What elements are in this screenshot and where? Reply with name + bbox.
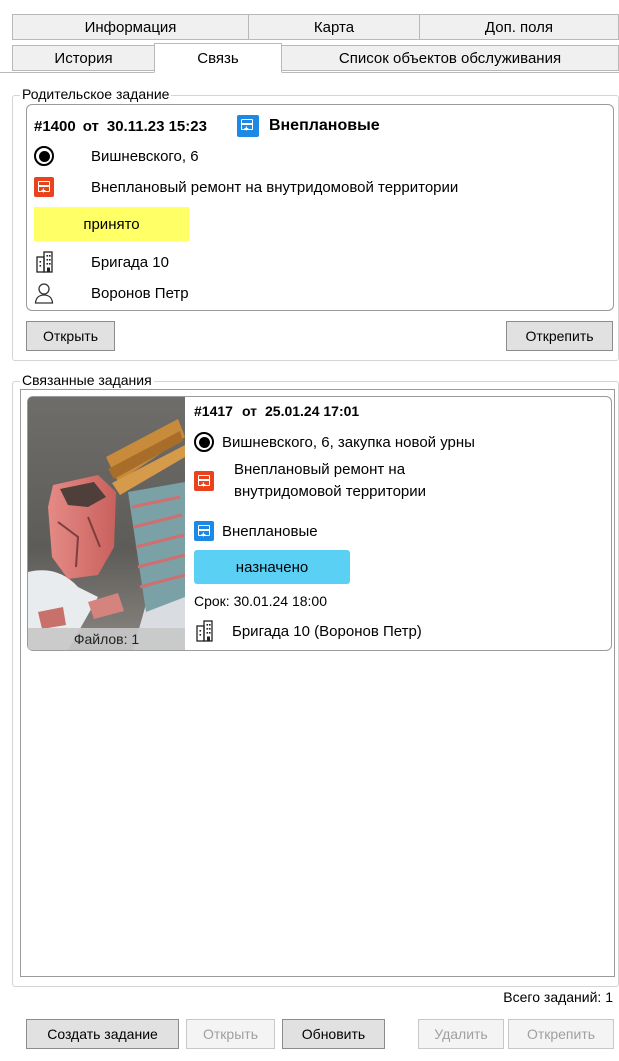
task-brigade: Бригада 10 [91, 253, 169, 271]
files-count-label: Файлов: 1 [28, 628, 185, 650]
related-task-header: #1417 от 25.01.24 17:01 [194, 403, 359, 419]
tab-map[interactable]: Карта [248, 14, 420, 40]
parent-task-header: #1400 от 30.11.23 15:23 + Внеплановые [34, 115, 380, 137]
address-row: Вишневского, 6 [34, 146, 199, 166]
create-task-button[interactable]: Создать задание [26, 1019, 179, 1049]
parent-detach-button[interactable]: Открепить [506, 321, 613, 351]
task-brigade: Бригада 10 (Воронов Петр) [232, 622, 422, 640]
task-address: Вишневского, 6, закупка новой урны [222, 433, 475, 451]
refresh-button[interactable]: Обновить [282, 1019, 385, 1049]
task-address: Вишневского, 6 [91, 147, 199, 165]
tab-link[interactable]: Связь [154, 43, 282, 73]
related-group-title: Связанные задания [20, 372, 154, 388]
building-icon [196, 620, 213, 642]
task-datetime: 30.11.23 15:23 [106, 117, 207, 135]
work-type-row: + Внеплановый ремонт на внутридомовой те… [34, 177, 458, 197]
task-deadline: Срок: 30.01.24 18:00 [194, 593, 328, 609]
tab-service-objects[interactable]: Список объектов обслуживания [281, 45, 619, 71]
task-category: Внеплановые [222, 522, 318, 540]
unplanned-form-icon: + [194, 521, 214, 541]
brigade-row: Бригада 10 [34, 251, 169, 273]
open-task-button[interactable]: Открыть [186, 1019, 275, 1049]
task-category: Внеплановые [268, 117, 380, 134]
total-tasks-label: Всего заданий: 1 [503, 989, 613, 1005]
task-number: #1400 [34, 117, 76, 135]
tab-history[interactable]: История [12, 45, 155, 71]
task-person: Воронов Петр [91, 284, 189, 302]
related-tasks-list[interactable]: Файлов: 1 #1417 от 25.01.24 17:01 Вишнев… [20, 389, 615, 977]
tab-extra-fields[interactable]: Доп. поля [419, 14, 619, 40]
status-badge: принято [34, 207, 189, 241]
detach-button[interactable]: Открепить [508, 1019, 614, 1049]
deadline-row: Срок: 30.01.24 18:00 [194, 593, 327, 609]
status-badge: назначено [194, 550, 350, 584]
radio-target-icon [34, 146, 54, 166]
task-datetime: 25.01.24 17:01 [265, 403, 360, 419]
address-row: Вишневского, 6, закупка новой урны [194, 432, 475, 452]
related-task-card[interactable]: Файлов: 1 #1417 от 25.01.24 17:01 Вишнев… [27, 396, 612, 651]
work-type-icon-wrap: + [194, 471, 214, 491]
unplanned-form-icon: + [236, 115, 259, 137]
tab-divider [0, 72, 619, 73]
person-icon [34, 283, 54, 304]
radio-target-icon [194, 432, 214, 452]
category-row: + Внеплановые [194, 521, 318, 541]
from-word: от [82, 117, 99, 135]
task-work-type: Внеплановый ремонт на внутридомовой терр… [234, 461, 427, 500]
task-number: #1417 [194, 403, 233, 419]
brigade-row: Бригада 10 (Воронов Петр) [194, 620, 422, 642]
parent-open-button[interactable]: Открыть [26, 321, 115, 351]
task-work-type: Внеплановый ремонт на внутридомовой терр… [91, 178, 459, 196]
parent-group-title: Родительское задание [20, 86, 172, 102]
tab-info[interactable]: Информация [12, 14, 249, 40]
repair-form-icon: + [34, 177, 54, 197]
person-row: Воронов Петр [34, 282, 189, 304]
parent-task-card[interactable]: #1400 от 30.11.23 15:23 + Внеплановые Ви… [26, 104, 614, 311]
task-photo[interactable]: Файлов: 1 [28, 397, 185, 650]
broken-urn-photo [28, 397, 185, 650]
delete-button[interactable]: Удалить [418, 1019, 504, 1049]
from-word: от [241, 403, 257, 419]
repair-form-icon: + [194, 471, 214, 491]
building-icon [36, 251, 53, 273]
